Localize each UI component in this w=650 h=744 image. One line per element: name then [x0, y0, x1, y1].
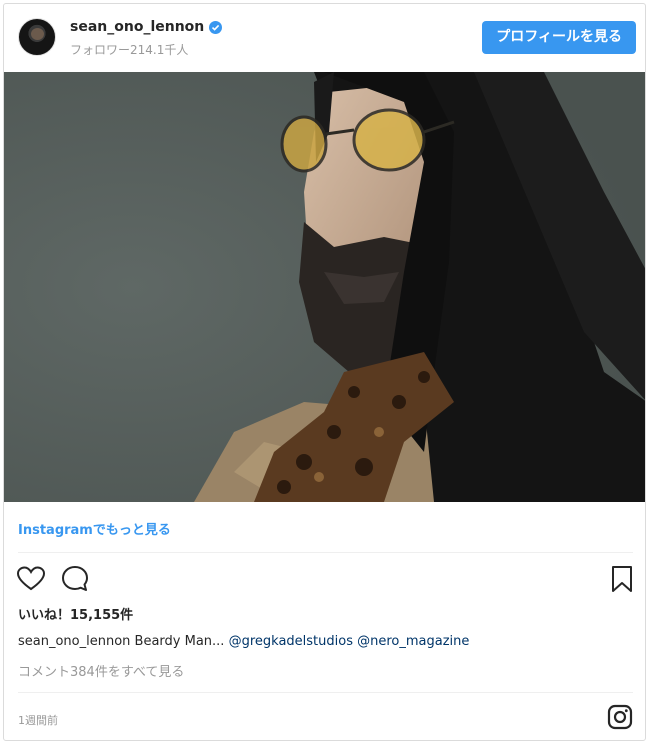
follower-count: フォロワー214.1千人	[70, 43, 189, 57]
post-header: sean_ono_lennon フォロワー214.1千人 プロフィールを見る	[4, 4, 645, 72]
divider	[18, 692, 633, 693]
comment-icon[interactable]	[60, 564, 90, 594]
verified-badge-icon	[209, 20, 223, 34]
heart-icon[interactable]	[16, 564, 46, 594]
instagram-embed-card: sean_ono_lennon フォロワー214.1千人 プロフィールを見る I…	[3, 3, 646, 741]
mention-gregkadelstudios[interactable]: @gregkadelstudios	[229, 634, 353, 649]
post-photo[interactable]	[4, 72, 645, 502]
caption-username[interactable]: sean_ono_lennon	[18, 634, 130, 649]
avatar[interactable]	[18, 18, 56, 56]
view-all-comments-link[interactable]: コメント384件をすべて見る	[18, 661, 184, 680]
bookmark-icon[interactable]	[607, 564, 637, 594]
like-count[interactable]: いいね！15,155件	[18, 604, 133, 623]
caption-text: Beardy Man...	[130, 634, 229, 649]
post-timestamp: 1週間前	[18, 714, 58, 727]
view-more-on-instagram-link[interactable]: Instagramでもっと見る	[18, 519, 171, 538]
portrait-illustration	[4, 72, 645, 502]
mention-nero-magazine[interactable]: @nero_magazine	[357, 634, 469, 649]
view-profile-button[interactable]: プロフィールを見る	[482, 21, 636, 54]
action-bar	[4, 562, 645, 596]
username-row[interactable]: sean_ono_lennon	[70, 19, 223, 35]
divider	[18, 552, 633, 553]
username[interactable]: sean_ono_lennon	[70, 19, 204, 35]
caption: sean_ono_lennon Beardy Man... @gregkadel…	[18, 634, 469, 649]
instagram-icon[interactable]	[607, 704, 633, 730]
